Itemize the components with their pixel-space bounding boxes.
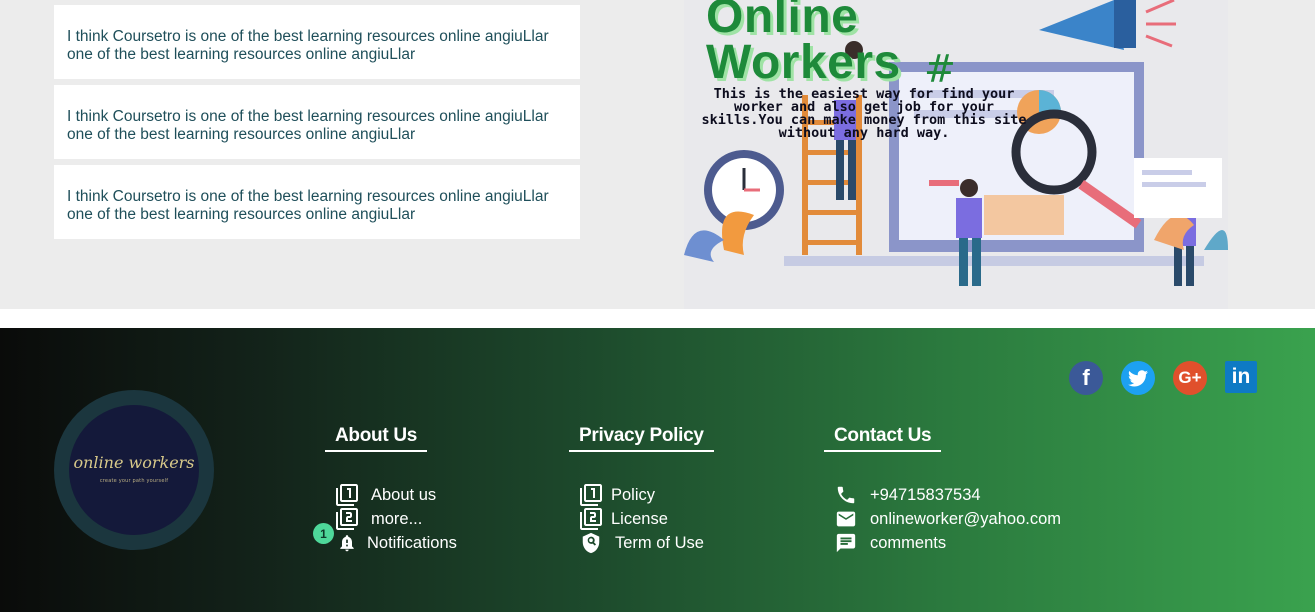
hero-tagline: This is the easiest way for find your wo… — [701, 86, 1027, 141]
link-label: Notifications — [367, 533, 457, 552]
comment-text: I think Coursetro is one of the best lea… — [67, 188, 549, 223]
footer-logo[interactable]: online workers create your path yourself — [54, 390, 214, 550]
logo-name: online workers — [73, 453, 195, 472]
filter-1-icon — [335, 483, 359, 507]
link-label: Policy — [611, 485, 656, 504]
svg-text:#: # — [924, 47, 956, 91]
notifications-link[interactable]: Notifications — [335, 531, 457, 555]
hero-illustration: # Online Workers This is the easiest way… — [684, 0, 1228, 309]
email-address: onlineworker@yahoo.com — [870, 509, 1062, 528]
phone-number: +94715837534 — [870, 485, 981, 504]
link-label: License — [611, 509, 668, 528]
policy-link[interactable]: Policy — [579, 483, 655, 507]
linkedin-icon[interactable]: in — [1225, 361, 1257, 393]
link-label: more... — [371, 509, 423, 528]
notification-badge: 1 — [313, 523, 334, 544]
phone-icon — [834, 483, 858, 507]
email-contact[interactable]: onlineworker@yahoo.com — [834, 507, 1061, 531]
term-of-use-link[interactable]: Term of Use — [579, 531, 704, 555]
comment-card: I think Coursetro is one of the best lea… — [54, 165, 580, 239]
google-plus-icon[interactable]: G+ — [1173, 361, 1207, 395]
comment-icon — [834, 531, 858, 555]
bell-icon — [335, 531, 359, 555]
comments-link[interactable]: comments — [834, 531, 946, 555]
filter-1-icon — [579, 483, 603, 507]
twitter-icon[interactable] — [1121, 361, 1155, 395]
phone-contact[interactable]: +94715837534 — [834, 483, 981, 507]
filter-2-icon — [579, 507, 603, 531]
hero-title: Online Workers — [706, 0, 901, 89]
contact-us-heading: Contact Us — [824, 425, 942, 452]
link-label: comments — [870, 533, 947, 552]
privacy-policy-heading: Privacy Policy — [569, 425, 714, 452]
logo-tagline: create your path yourself — [99, 478, 169, 484]
shield-search-icon — [579, 531, 603, 555]
link-label: About us — [371, 485, 437, 504]
logo-badge: online workers create your path yourself — [69, 405, 199, 535]
comment-text: I think Coursetro is one of the best lea… — [67, 108, 549, 143]
comment-card: I think Coursetro is one of the best lea… — [54, 5, 580, 79]
mail-icon — [834, 507, 858, 531]
facebook-icon[interactable]: f — [1069, 361, 1103, 395]
comment-text: I think Coursetro is one of the best lea… — [67, 28, 549, 63]
license-link[interactable]: License — [579, 507, 668, 531]
about-us-heading: About Us — [325, 425, 428, 452]
about-us-link[interactable]: About us — [335, 483, 436, 507]
comment-card: I think Coursetro is one of the best lea… — [54, 85, 580, 159]
link-label: Term of Use — [615, 533, 704, 552]
more-link[interactable]: more... — [335, 507, 422, 531]
site-footer: online workers create your path yourself… — [0, 328, 1315, 612]
testimonials-section: I think Coursetro is one of the best lea… — [0, 0, 1315, 309]
filter-2-icon — [335, 507, 359, 531]
